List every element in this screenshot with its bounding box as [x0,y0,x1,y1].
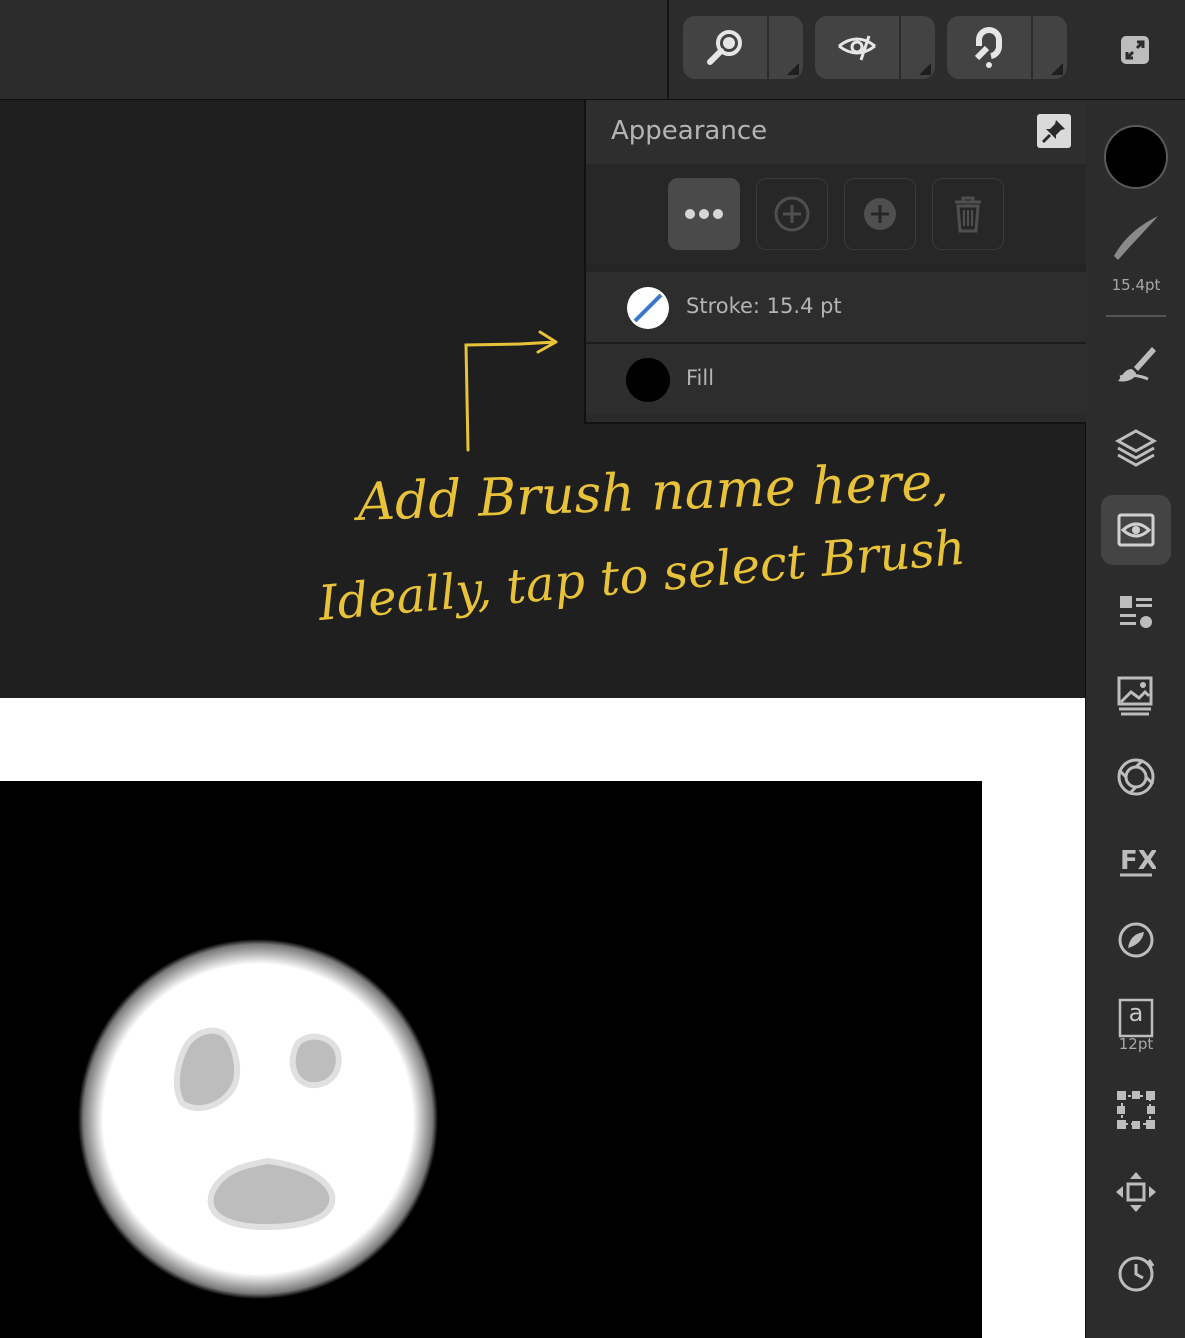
brushes-studio-button[interactable] [1101,330,1171,400]
gradient-circle-icon [1118,922,1154,958]
view-tool-button[interactable] [815,16,899,79]
image-stack-icon [1117,676,1153,716]
brush-width-icon[interactable] [1108,208,1164,264]
snapping-tool-group [947,16,1067,79]
navigator-studio-button[interactable] [1101,1157,1171,1227]
swatches-studio-button[interactable] [1101,742,1171,812]
aperture-icon [1117,758,1155,796]
clock-icon [1118,1256,1155,1292]
more-icon [685,209,723,219]
fullscreen-button[interactable] [1105,22,1165,78]
svg-text:FX: FX [1120,846,1156,876]
zoom-tool-group [683,16,803,79]
text-size-label: 12pt [1118,1035,1154,1053]
stroke-label: Stroke: 15.4 pt [686,294,842,318]
magnet-icon [974,26,1002,68]
brush-icon [1118,347,1156,382]
text-glyph: a [1128,999,1144,1027]
bounding-box-icon [1117,1091,1155,1129]
view-tool-group [815,16,935,79]
snapping-tool-options-button[interactable] [1033,16,1067,79]
magnifier-icon [707,29,742,65]
add-filled-icon [864,198,896,230]
layers-studio-button[interactable] [1101,412,1171,482]
handwritten-annotation: Add Brush name here, Ideally, tap to sel… [315,330,967,632]
annotation-line-1: Add Brush name here, [352,452,949,533]
more-options-button[interactable] [668,178,740,250]
fx-studio-button[interactable]: FX [1101,824,1171,894]
text-styles-studio-button[interactable] [1101,577,1171,647]
delete-button[interactable] [932,178,1004,250]
add-stroke-button[interactable] [756,178,828,250]
appearance-panel-header: Appearance [586,100,1086,164]
move-arrows-icon [1116,1172,1156,1212]
brush-width-label: 15.4pt [1111,276,1161,294]
zoom-tool-button[interactable] [683,16,767,79]
transparency-studio-button[interactable] [1101,905,1171,975]
appearance-eye-icon [1117,513,1155,547]
fx-icon: FX [1120,846,1156,877]
fullscreen-icon [1121,36,1149,64]
add-outline-icon [774,196,810,232]
pin-button[interactable] [1037,114,1071,148]
pin-icon [1041,120,1065,144]
studio-sidebar: 15.4pt FX a 12pt [1085,100,1185,1338]
top-toolbar [0,0,1185,100]
history-studio-button[interactable] [1101,1238,1171,1308]
face-drawing [78,939,438,1299]
annotation-line-2: Ideally, tap to select Brush [315,520,967,632]
color-well[interactable] [1104,125,1168,189]
trash-icon [955,196,981,233]
appearance-studio-button[interactable] [1101,495,1171,565]
zoom-tool-options-button[interactable] [769,16,803,79]
panel-title: Appearance [611,116,768,146]
toolbar-divider [667,0,669,100]
styles-list-icon [1120,596,1152,628]
wiper-eye-icon [838,35,876,60]
layers-icon [1114,429,1158,467]
view-tool-options-button[interactable] [901,16,935,79]
snapping-tool-button[interactable] [947,16,1031,79]
assets-studio-button[interactable] [1101,660,1171,730]
artwork-layer[interactable] [0,781,982,1338]
appearance-actions [586,164,1086,264]
add-fill-button[interactable] [844,178,916,250]
transform-studio-button[interactable] [1101,1075,1171,1145]
